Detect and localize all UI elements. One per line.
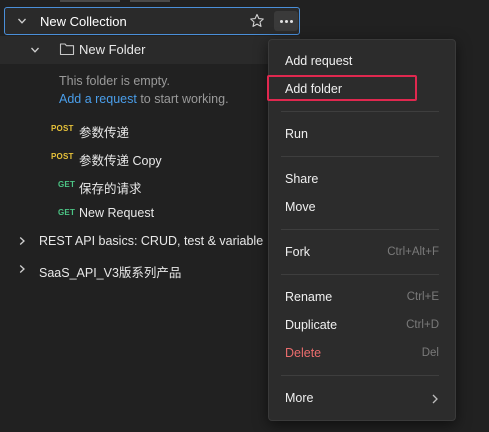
- chevron-right-icon[interactable]: [15, 262, 29, 276]
- chevron-down-icon[interactable]: [28, 43, 42, 57]
- menu-item-rename[interactable]: Rename Ctrl+E: [269, 283, 455, 311]
- method-badge: GET: [58, 208, 76, 217]
- method-badge: POST: [51, 124, 74, 133]
- empty-folder-message: This folder is empty.: [59, 74, 170, 88]
- menu-divider: [281, 375, 439, 376]
- menu-item-move[interactable]: Move: [269, 193, 455, 221]
- menu-item-label: Fork: [285, 245, 310, 259]
- menu-item-label: Add folder: [285, 82, 342, 96]
- request-name: 参数传递: [79, 126, 130, 140]
- menu-item-label: Duplicate: [285, 318, 338, 332]
- empty-folder-hint-suffix: to start working.: [136, 92, 229, 106]
- request-name: 保存的请求: [79, 182, 142, 196]
- menu-divider: [281, 156, 439, 157]
- request-item[interactable]: POST 参数传递 Copy: [0, 143, 300, 171]
- menu-item-label: Share: [285, 172, 319, 186]
- menu-item-add-folder[interactable]: Add folder: [269, 75, 455, 103]
- menu-divider: [281, 229, 439, 230]
- menu-item-shortcut: Ctrl+D: [406, 319, 439, 331]
- method-badge: GET: [58, 180, 76, 189]
- menu-item-label: Delete: [285, 346, 322, 360]
- request-name: New Request: [79, 206, 155, 220]
- menu-item-share[interactable]: Share: [269, 165, 455, 193]
- add-request-link[interactable]: Add a request: [59, 92, 137, 106]
- collection-item[interactable]: SaaS_API_V3版系列产品: [0, 255, 300, 283]
- menu-item-label: Move: [285, 200, 316, 214]
- menu-item-run[interactable]: Run: [269, 120, 455, 148]
- star-icon[interactable]: [249, 13, 265, 29]
- empty-folder-hint: Add a request to start working.: [59, 90, 229, 108]
- menu-item-shortcut: Ctrl+Alt+F: [387, 246, 439, 258]
- chevron-right-icon[interactable]: [15, 234, 29, 248]
- folder-row[interactable]: New Folder: [0, 36, 300, 64]
- folder-icon: [59, 42, 75, 56]
- menu-item-more[interactable]: More: [269, 384, 455, 412]
- collection-item[interactable]: REST API basics: CRUD, test & variable: [0, 227, 300, 255]
- menu-item-label: Add request: [285, 54, 353, 68]
- collection-row[interactable]: New Collection: [4, 7, 300, 35]
- folder-name: New Folder: [79, 42, 146, 57]
- request-name: 参数传递 Copy: [79, 154, 162, 168]
- method-badge: POST: [51, 152, 74, 161]
- menu-item-add-request[interactable]: Add request: [269, 47, 455, 75]
- top-divider: [40, 0, 180, 4]
- chevron-right-icon: [431, 393, 439, 404]
- menu-item-delete[interactable]: Delete Del: [269, 339, 455, 367]
- more-horizontal-icon[interactable]: [274, 11, 298, 31]
- menu-item-duplicate[interactable]: Duplicate Ctrl+D: [269, 311, 455, 339]
- menu-item-label: Run: [285, 127, 308, 141]
- request-item[interactable]: POST 参数传递: [0, 115, 300, 143]
- menu-item-fork[interactable]: Fork Ctrl+Alt+F: [269, 238, 455, 266]
- collection-name: REST API basics: CRUD, test & variable: [39, 234, 264, 248]
- collection-name: SaaS_API_V3版系列产品: [39, 266, 182, 280]
- context-menu: Add request Add folder Run Share Move Fo…: [267, 39, 456, 421]
- menu-divider: [281, 111, 439, 112]
- request-item[interactable]: GET 保存的请求: [0, 171, 300, 199]
- request-item[interactable]: GET New Request: [0, 199, 300, 227]
- menu-item-shortcut: Del: [421, 347, 439, 359]
- menu-item-label: Rename: [285, 290, 333, 304]
- collection-name: New Collection: [40, 14, 127, 29]
- menu-item-shortcut: Ctrl+E: [406, 291, 439, 303]
- menu-divider: [281, 274, 439, 275]
- menu-item-label: More: [285, 391, 314, 405]
- chevron-down-icon[interactable]: [15, 14, 29, 28]
